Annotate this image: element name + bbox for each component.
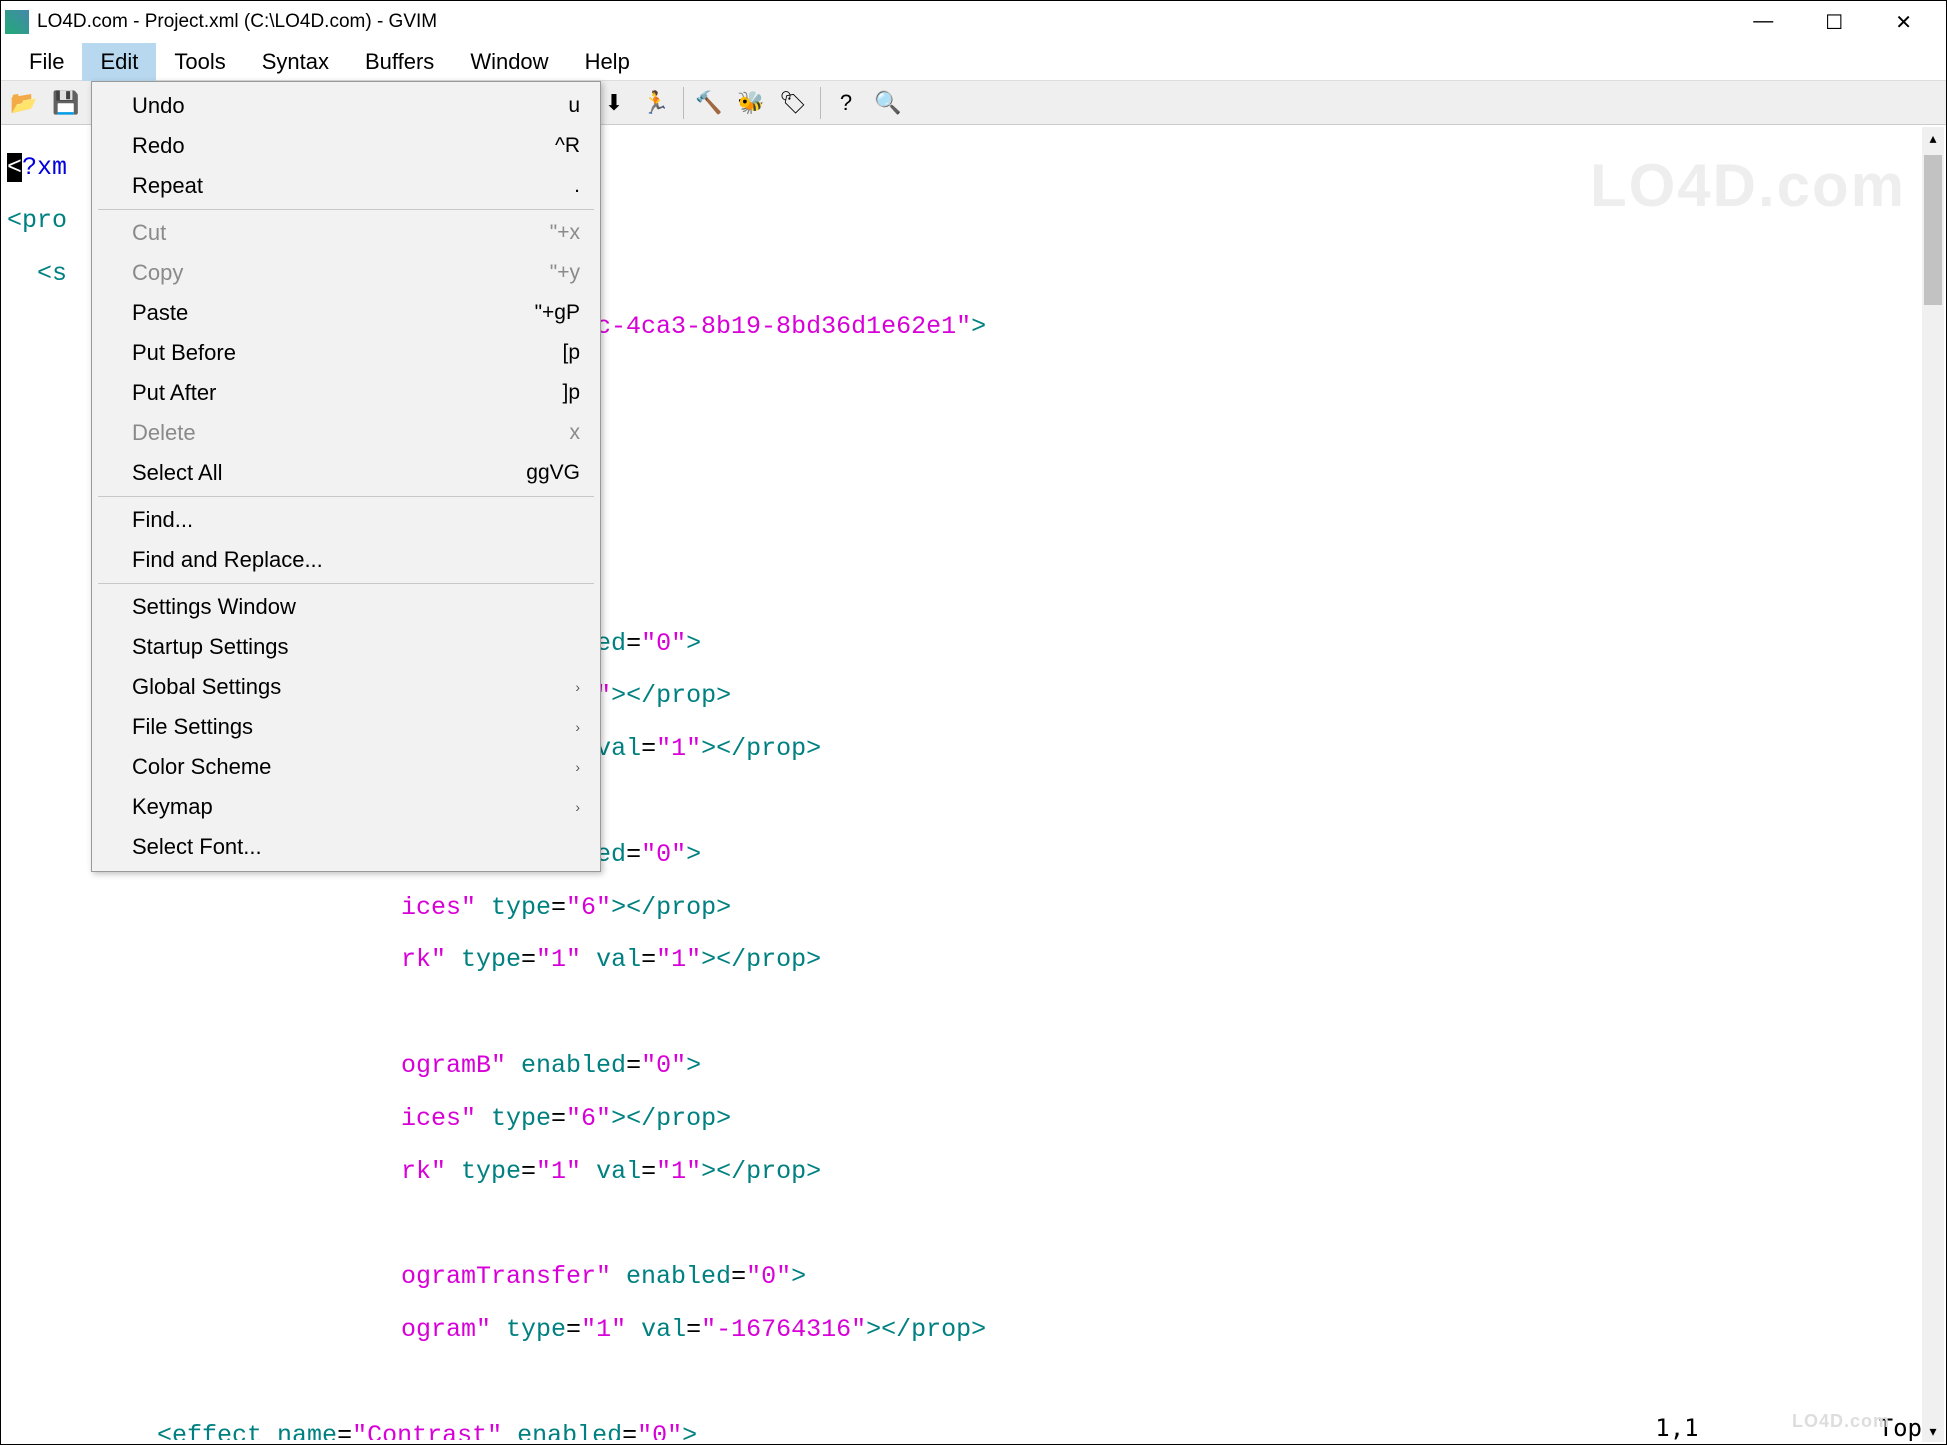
window-controls: — ☐ ✕: [1753, 10, 1912, 35]
minimize-button[interactable]: —: [1753, 10, 1773, 35]
menu-tools[interactable]: Tools: [156, 43, 243, 81]
menu-put-before[interactable]: Put Before[p: [92, 333, 600, 373]
menu-paste[interactable]: Paste"+gP: [92, 293, 600, 333]
open-icon[interactable]: 📂: [7, 87, 41, 119]
menu-redo[interactable]: Redo^R: [92, 126, 600, 166]
app-icon: [5, 10, 29, 34]
menu-startup-settings[interactable]: Startup Settings: [92, 627, 600, 667]
menu-file-settings[interactable]: File Settings›: [92, 707, 600, 747]
chevron-right-icon: ›: [575, 719, 580, 735]
scroll-up-icon[interactable]: ▴: [1922, 127, 1944, 149]
menu-syntax[interactable]: Syntax: [244, 43, 347, 81]
edit-menu-dropdown: Undou Redo^R Repeat. Cut"+x Copy"+y Past…: [91, 81, 601, 872]
help-icon[interactable]: ?: [829, 87, 863, 119]
menu-file[interactable]: File: [11, 43, 82, 81]
menu-find[interactable]: Find...: [92, 500, 600, 540]
window-title: LO4D.com - Project.xml (C:\LO4D.com) - G…: [37, 11, 1753, 33]
close-button[interactable]: ✕: [1895, 10, 1912, 35]
menu-color-scheme[interactable]: Color Scheme›: [92, 747, 600, 787]
save-icon[interactable]: 💾: [49, 87, 83, 119]
menu-window[interactable]: Window: [452, 43, 566, 81]
menu-copy: Copy"+y: [92, 253, 600, 293]
menubar: File Edit Tools Syntax Buffers Window He…: [1, 43, 1946, 81]
make-icon[interactable]: 🔨: [692, 87, 726, 119]
chevron-right-icon: ›: [575, 679, 580, 695]
maximize-button[interactable]: ☐: [1825, 10, 1843, 35]
run-ctags-icon[interactable]: 🐝: [734, 87, 768, 119]
run-script-icon[interactable]: 🏃: [639, 87, 673, 119]
menu-repeat[interactable]: Repeat.: [92, 166, 600, 206]
menu-select-font[interactable]: Select Font...: [92, 827, 600, 867]
menu-buffers[interactable]: Buffers: [347, 43, 452, 81]
menu-find-replace[interactable]: Find and Replace...: [92, 540, 600, 580]
menu-keymap[interactable]: Keymap›: [92, 787, 600, 827]
menu-edit[interactable]: Edit: [82, 43, 156, 81]
find-help-icon[interactable]: 🔍: [871, 87, 905, 119]
chevron-right-icon: ›: [575, 799, 580, 815]
vertical-scrollbar[interactable]: ▴ ▾: [1922, 127, 1944, 1442]
menu-settings-window[interactable]: Settings Window: [92, 587, 600, 627]
scroll-location: Top: [1879, 1414, 1922, 1442]
scroll-down-icon[interactable]: ▾: [1922, 1420, 1944, 1442]
tag-jump-icon[interactable]: 🏷: [776, 87, 810, 119]
menu-put-after[interactable]: Put After]p: [92, 373, 600, 413]
menu-help[interactable]: Help: [567, 43, 648, 81]
menu-undo[interactable]: Undou: [92, 86, 600, 126]
menu-cut: Cut"+x: [92, 213, 600, 253]
chevron-right-icon: ›: [575, 759, 580, 775]
scrollbar-thumb[interactable]: [1924, 155, 1942, 305]
cursor-position: 1,1: [1655, 1414, 1698, 1442]
titlebar: LO4D.com - Project.xml (C:\LO4D.com) - G…: [1, 1, 1946, 43]
menu-delete: Deletex: [92, 413, 600, 453]
menu-global-settings[interactable]: Global Settings›: [92, 667, 600, 707]
statusbar: 1,1 Top: [1655, 1414, 1922, 1442]
save-session-icon[interactable]: ⬇: [597, 87, 631, 119]
menu-select-all[interactable]: Select AllggVG: [92, 453, 600, 493]
